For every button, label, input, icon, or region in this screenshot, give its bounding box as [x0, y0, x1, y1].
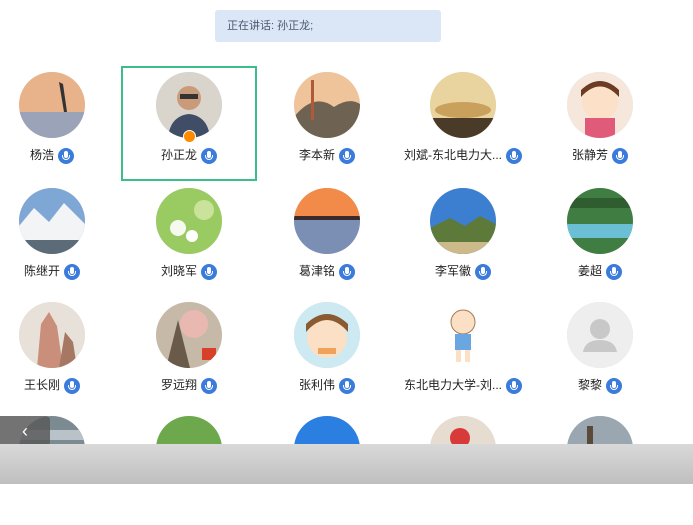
- avatar: [156, 72, 222, 138]
- avatar: [567, 302, 633, 368]
- speaking-indicator: 正在讲话: 孙正龙;: [215, 10, 441, 42]
- avatar: [19, 72, 85, 138]
- participant-name: 刘斌-东北电力大...: [404, 148, 502, 162]
- participant-name: 姜超: [577, 264, 602, 278]
- participant-tile[interactable]: 黎黎: [532, 296, 668, 411]
- microphone-icon[interactable]: [339, 147, 355, 164]
- microphone-icon[interactable]: [339, 263, 355, 280]
- avatar: [430, 188, 496, 254]
- microphone-icon[interactable]: [475, 263, 491, 280]
- participant-tile[interactable]: 张静芳: [532, 66, 668, 181]
- bottom-toolbar: [0, 444, 693, 484]
- participant-name: 张利伟: [298, 378, 335, 392]
- participant-name: 黎黎: [577, 378, 602, 392]
- microphone-icon[interactable]: [201, 147, 217, 164]
- participant-tile[interactable]: 王长刚: [0, 296, 120, 411]
- participant-tile[interactable]: 李军徽: [395, 182, 531, 297]
- microphone-icon[interactable]: [606, 377, 622, 394]
- microphone-icon[interactable]: [201, 263, 217, 280]
- participant-name: 葛津铭: [298, 264, 335, 278]
- avatar: [156, 302, 222, 368]
- participant-name: 李军徽: [434, 264, 471, 278]
- participant-tile[interactable]: 陈继开: [0, 182, 120, 297]
- participant-name: 张静芳: [571, 148, 608, 162]
- avatar: [19, 188, 85, 254]
- participant-name: 东北电力大学-刘...: [404, 378, 502, 392]
- participant-name: 罗远翔: [160, 378, 197, 392]
- microphone-icon[interactable]: [64, 263, 80, 280]
- participant-name: 刘晓军: [160, 264, 197, 278]
- participant-name: 陈继开: [23, 264, 60, 278]
- participant-tile[interactable]: 罗远翔: [121, 296, 257, 411]
- avatar: [294, 302, 360, 368]
- microphone-icon[interactable]: [339, 377, 355, 394]
- participant-tile[interactable]: 葛津铭: [259, 182, 395, 297]
- microphone-icon[interactable]: [612, 147, 628, 164]
- microphone-icon[interactable]: [606, 263, 622, 280]
- participant-name: 杨浩: [29, 148, 54, 162]
- participant-tile[interactable]: 刘斌-东北电力大...: [395, 66, 531, 181]
- speaking-label: 正在讲话: 孙正龙;: [227, 20, 314, 32]
- microphone-icon[interactable]: [201, 377, 217, 394]
- participant-name: 李本新: [298, 148, 335, 162]
- host-badge-icon: [183, 130, 196, 143]
- avatar: [156, 188, 222, 254]
- microphone-icon[interactable]: [506, 377, 522, 394]
- microphone-icon[interactable]: [506, 147, 522, 164]
- participant-tile[interactable]: 张利伟: [259, 296, 395, 411]
- avatar: [567, 188, 633, 254]
- participant-tile[interactable]: 东北电力大学-刘...: [395, 296, 531, 411]
- avatar: [430, 302, 496, 368]
- participant-tile[interactable]: 杨浩: [0, 66, 120, 181]
- participant-tile[interactable]: 李本新: [259, 66, 395, 181]
- avatar: [430, 72, 496, 138]
- participant-name: 孙正龙: [160, 148, 197, 162]
- participant-tile[interactable]: 姜超: [532, 182, 668, 297]
- chevron-left-icon[interactable]: ‹: [0, 416, 50, 446]
- participant-tile[interactable]: 刘晓军: [121, 182, 257, 297]
- microphone-icon[interactable]: [64, 377, 80, 394]
- avatar: [294, 72, 360, 138]
- participant-tile-active[interactable]: 孙正龙: [121, 66, 257, 181]
- microphone-icon[interactable]: [58, 147, 74, 164]
- avatar: [19, 302, 85, 368]
- avatar: [567, 72, 633, 138]
- participant-name: 王长刚: [23, 378, 60, 392]
- avatar: [294, 188, 360, 254]
